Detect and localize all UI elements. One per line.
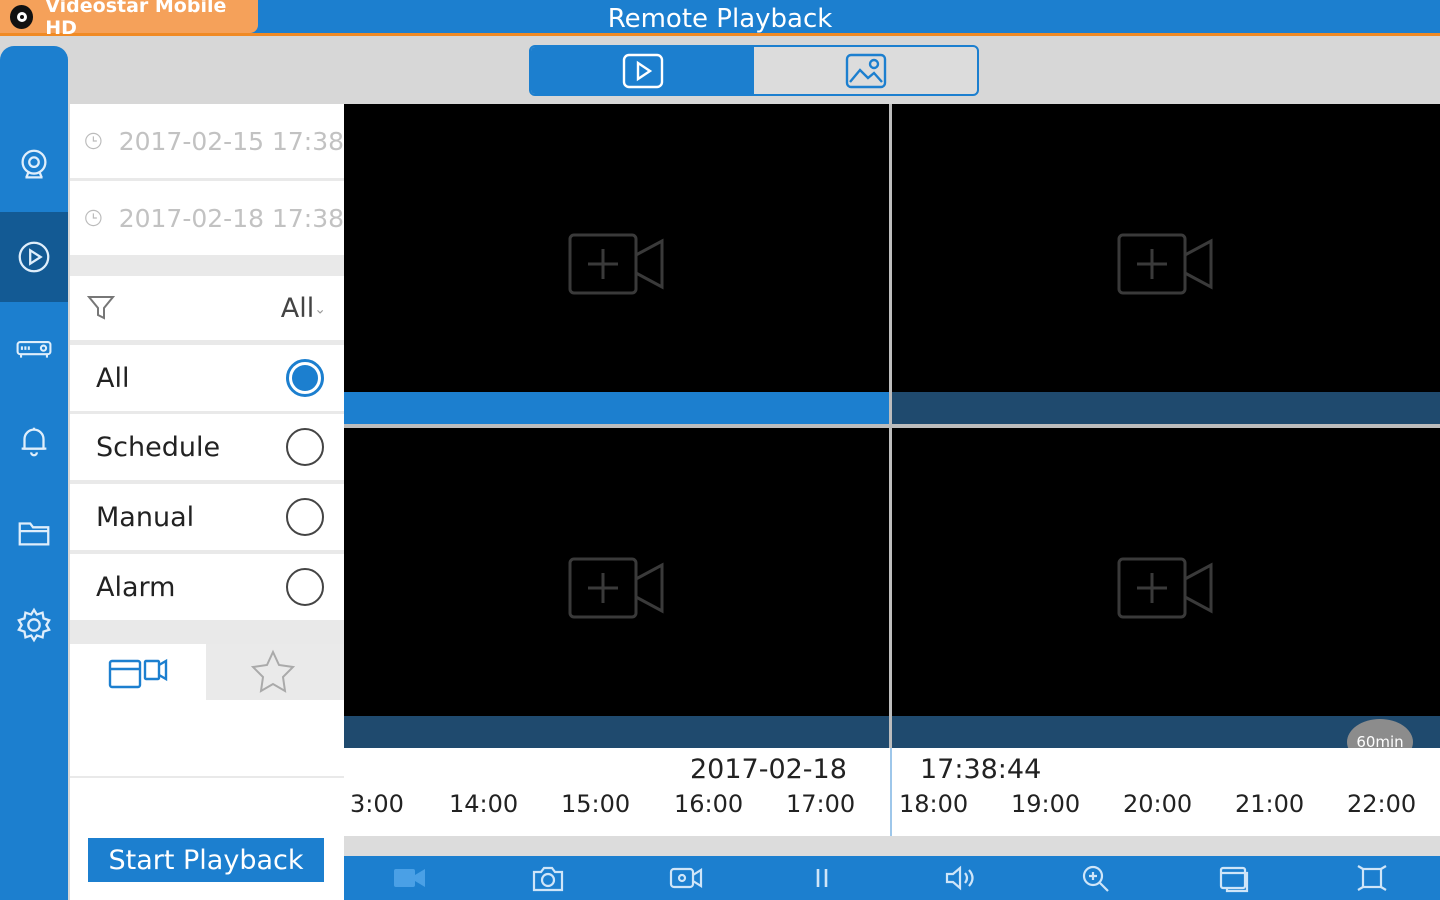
timeline-tick: 16:00 [674,790,744,818]
sidebar [0,46,68,900]
volume-icon [945,865,974,891]
start-time-value: 2017-02-15 17:38 [118,126,344,156]
add-camera-icon[interactable] [567,231,667,297]
radio-button[interactable] [286,428,324,466]
record-camera-icon [394,869,425,887]
device-camera-icon [108,658,168,689]
record-camera-button[interactable] [388,860,432,896]
picture-mode-button[interactable] [754,47,977,94]
filter-icon [86,296,116,320]
add-camera-icon[interactable] [1116,555,1216,621]
panel-footer: Start Playback [70,778,344,900]
option-manual[interactable]: Manual [70,484,344,550]
start-playback-button[interactable]: Start Playback [88,838,324,882]
option-all[interactable]: All [70,345,344,411]
webcam-icon [21,149,47,179]
zoom-button[interactable] [1074,860,1118,896]
search-panel: 2017-02-15 17:38 2017-02-18 17:38 All⌄ A… [70,104,344,900]
playback-timeline[interactable]: 2017-02-18 17:38:44 3:00 14:00 15:00 16:… [344,748,1440,836]
timeline-divider [344,836,1440,856]
video-window-3[interactable] [344,428,889,748]
sidebar-item-devices[interactable] [0,304,68,394]
zoom-icon [1082,865,1109,892]
timeline-tick: 19:00 [1011,790,1081,818]
radio-button[interactable] [286,498,324,536]
start-time-field[interactable]: 2017-02-15 17:38 [70,104,344,178]
timeline-tick: 21:00 [1235,790,1305,818]
timeline-tick: 22:00 [1347,790,1417,818]
filter-value: All⌄ [281,293,326,324]
picture-icon [845,53,886,88]
filter-value-text: All [280,292,315,324]
dvr-device-icon [16,341,52,358]
pause-icon [816,869,828,887]
video-grid [344,104,1440,748]
device-list[interactable] [70,700,344,776]
timeline-tick: 14:00 [449,790,519,818]
option-alarm[interactable]: Alarm [70,554,344,620]
radio-button[interactable] [286,359,324,397]
video-play-icon [622,53,663,88]
page-title: Remote Playback [607,4,833,34]
timeline-tick: 20:00 [1123,790,1193,818]
star-icon [250,649,296,693]
record-type-filter[interactable]: All⌄ [70,276,344,340]
record-button[interactable] [664,860,708,896]
tab-favorites[interactable] [206,644,344,700]
add-camera-icon[interactable] [1116,231,1216,297]
pause-button[interactable] [800,860,844,896]
timeline-tick: 15:00 [561,790,631,818]
video-window-4[interactable] [892,428,1440,748]
record-icon [669,867,703,889]
end-time-value: 2017-02-18 17:38 [118,203,344,233]
snapshot-button[interactable] [526,860,570,896]
window-icon [1219,866,1249,893]
sidebar-item-live-view[interactable] [0,120,68,210]
video-window-1[interactable] [344,104,889,424]
bell-icon [21,427,47,457]
playback-toolbar [344,856,1440,900]
title-bar: Videostar Mobile HD Remote Playback [0,0,1440,39]
fullscreen-button[interactable] [1350,860,1394,896]
video-mode-button[interactable] [531,47,754,94]
add-camera-icon[interactable] [567,555,667,621]
mode-toggle [529,45,979,96]
timeline-tick: 17:00 [786,790,856,818]
chevron-down-icon: ⌄ [314,301,326,317]
timeline-date: 2017-02-18 [690,754,847,785]
window-status-bar [344,716,889,748]
clock-icon [85,132,102,150]
option-label: Alarm [96,571,176,603]
play-circle-icon [18,241,50,273]
sidebar-item-playback[interactable] [0,212,68,302]
option-schedule[interactable]: Schedule [70,414,344,480]
video-window-2[interactable] [892,104,1440,424]
sidebar-item-settings[interactable] [0,580,68,670]
device-tabs [70,644,344,700]
end-time-field[interactable]: 2017-02-18 17:38 [70,181,344,255]
gear-icon [17,607,51,643]
timeline-time: 17:38:44 [920,754,1042,785]
tab-devices[interactable] [70,644,206,700]
timeline-tick: 3:00 [350,790,404,818]
timeline-cursor[interactable] [890,748,892,836]
option-label: All [96,362,130,394]
clock-icon [85,209,102,227]
window-button[interactable] [1212,860,1256,896]
option-label: Schedule [96,431,221,463]
folder-icon [18,522,50,546]
volume-button[interactable] [938,860,982,896]
snapshot-icon [532,866,564,892]
window-status-bar [344,392,889,424]
sidebar-item-alarms[interactable] [0,396,68,486]
radio-button[interactable] [286,568,324,606]
timeline-tick: 18:00 [899,790,969,818]
window-status-bar [892,392,1440,424]
option-label: Manual [96,501,195,533]
fullscreen-icon [1357,865,1387,891]
sidebar-item-files[interactable] [0,488,68,578]
